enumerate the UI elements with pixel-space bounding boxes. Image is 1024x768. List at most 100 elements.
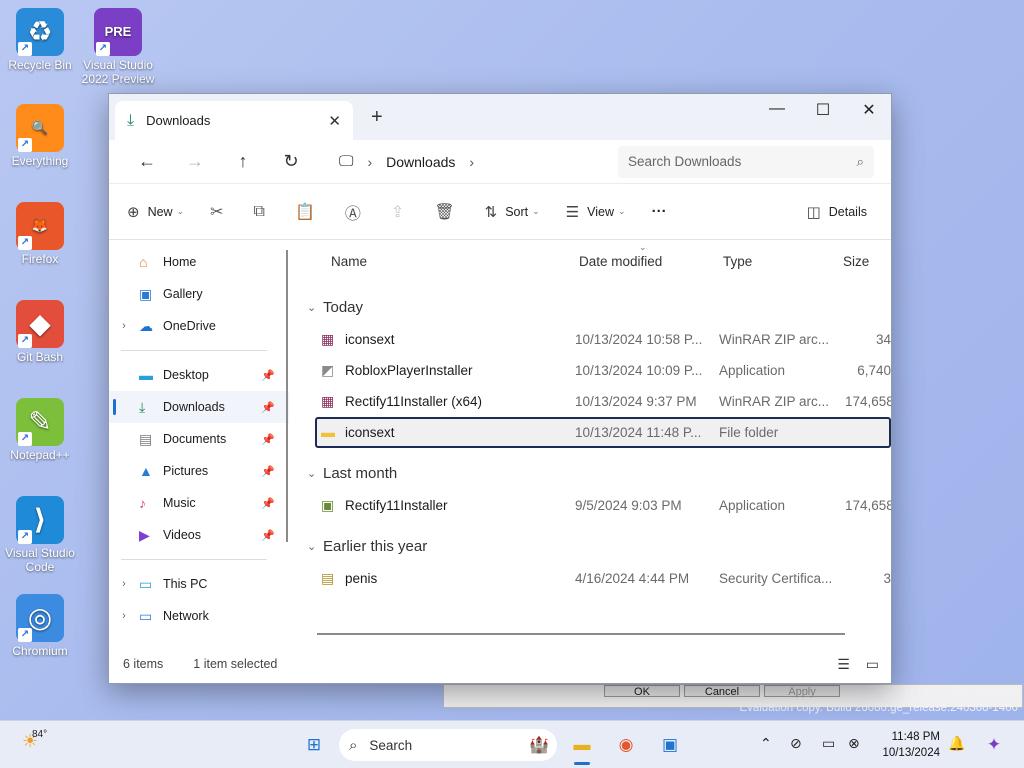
chevron-right-icon[interactable]: › [109, 610, 139, 622]
nav-divider [121, 350, 267, 351]
file-row[interactable]: ▤ penis 4/16/2024 4:44 PM Security Certific… [299, 563, 891, 594]
file-explorer-taskbar-icon[interactable]: ▬ [568, 731, 596, 759]
breadcrumb-downloads[interactable]: Downloads [386, 154, 455, 170]
file-date: 9/5/2024 9:03 PM [575, 498, 682, 513]
chevron-right-icon[interactable]: › [109, 578, 139, 590]
desktop-icon-notepad[interactable]: ✎ ↗ Notepad++ [2, 398, 78, 462]
sidebar-item-network[interactable]: › ▭ Network [109, 600, 289, 632]
tab-downloads[interactable]: ⤓ Downloads ✕ [115, 101, 353, 140]
details-view-icon[interactable]: ☰ [837, 656, 850, 673]
more-options-button[interactable]: ··· [652, 203, 667, 220]
control-panel-taskbar-icon[interactable]: ▣ [656, 731, 684, 759]
file-size: 3 [883, 571, 891, 586]
chevron-right-icon[interactable]: › [367, 154, 372, 170]
minimize-button[interactable]: — [767, 100, 787, 118]
back-button[interactable]: ← [123, 151, 171, 172]
file-row[interactable]: ▬ iconsext 10/13/2024 11:48 P... File folde… [315, 417, 891, 448]
file-row[interactable]: ▦ iconsext 10/13/2024 10:58 P... WinRAR ZIP… [299, 324, 891, 355]
delete-button[interactable]: 🗑 [434, 202, 454, 222]
sort-caret-icon: ⌄ [639, 242, 647, 252]
taskbar-search-label: Search [369, 737, 413, 753]
close-window-button[interactable]: ✕ [859, 100, 879, 120]
desktop-icon-chromium[interactable]: ◎ ↗ Chromium [2, 594, 78, 658]
rename-icon: Ⓐ [344, 205, 361, 223]
sidebar-item-label: Desktop [163, 368, 209, 382]
share-button[interactable]: ⇪ [391, 202, 404, 222]
sidebar-item-gallery[interactable]: ▣ Gallery [109, 278, 289, 310]
item-count: 6 items [123, 657, 164, 671]
nav-scrollbar[interactable] [286, 250, 288, 542]
paste-button[interactable]: 📋 [295, 202, 315, 222]
column-name[interactable]: Name [331, 254, 367, 269]
weather-widget[interactable]: ☀ 84° [22, 729, 47, 752]
paste-icon: 📋 [294, 203, 315, 221]
sort-label: Sort [505, 204, 529, 219]
horizontal-scrollbar[interactable] [317, 633, 845, 635]
column-type[interactable]: Type [723, 254, 752, 269]
firefox-taskbar-icon[interactable]: ◉ [612, 731, 640, 759]
forward-button[interactable]: → [171, 151, 219, 172]
chevron-down-icon[interactable]: ⌄ [299, 467, 323, 480]
rename-button[interactable]: Ⓐ [345, 200, 361, 224]
new-button[interactable]: ⊕ New ⌄ [127, 203, 184, 221]
start-button[interactable]: ⊞ [300, 731, 328, 759]
sidebar-item-home[interactable]: ⌂ Home [109, 246, 289, 278]
group-header[interactable]: ⌄ Earlier this year [299, 529, 891, 563]
search-input[interactable]: Search Downloads ⌕ [618, 145, 874, 178]
sidebar-item-music[interactable]: ♪ Music 📌 [109, 487, 289, 519]
desktop-icon-git-bash[interactable]: ◆ ↗ Git Bash [2, 300, 78, 364]
copilot-icon[interactable]: ✦ [980, 731, 1008, 759]
view-button[interactable]: ☰ View ⌄ [566, 203, 626, 221]
shortcut-arrow-icon: ↗ [18, 530, 32, 544]
desktop-icon-firefox[interactable]: 🦊 ↗ Firefox [2, 202, 78, 266]
ok-button[interactable]: OK [604, 685, 680, 698]
sidebar-item-label: Pictures [163, 464, 209, 478]
notification-bell-icon[interactable]: 🔔 [948, 735, 965, 752]
copy-button[interactable]: ⧉ [254, 203, 265, 221]
address-bar[interactable]: 🖵 › Downloads › [327, 146, 602, 178]
chevron-right-icon[interactable]: › [109, 320, 139, 332]
videos-icon: ▶ [139, 526, 150, 543]
sidebar-item-downloads[interactable]: ⤓ Downloads 📌 [109, 391, 289, 423]
details-label: Details [828, 204, 867, 219]
file-row[interactable]: ◩ RobloxPlayerInstaller 10/13/2024 10:09 P… [299, 355, 891, 386]
group-header[interactable]: ⌄ Last month [299, 456, 891, 490]
group-header[interactable]: ⌄ Today [299, 290, 891, 324]
chevron-down-icon[interactable]: ⌄ [299, 540, 323, 553]
file-row[interactable]: ▣ Rectify11Installer 9/5/2024 9:03 PM Appli… [299, 490, 891, 521]
refresh-button[interactable]: ↻ [267, 151, 315, 172]
sidebar-item-onedrive[interactable]: › ☁ OneDrive [109, 310, 289, 342]
up-button[interactable]: ↑ [219, 151, 267, 172]
cut-button[interactable]: ✂ [210, 202, 223, 222]
tiles-view-icon[interactable]: ▭ [866, 656, 879, 673]
details-button[interactable]: ◫ Details [807, 203, 867, 221]
network-off-icon[interactable]: ⊘ [790, 735, 802, 752]
maximize-button[interactable]: ☐ [813, 100, 833, 120]
sidebar-item-this-pc[interactable]: › ▭ This PC [109, 568, 289, 600]
search-placeholder: Search Downloads [628, 154, 742, 169]
sidebar-item-pictures[interactable]: ▲ Pictures 📌 [109, 455, 289, 487]
desktop-icon-visual-studio-2022-preview[interactable]: PRE ↗ Visual Studio 2022 Preview [80, 8, 156, 86]
taskbar-search[interactable]: ⌕ Search 🏰 [339, 729, 557, 761]
desktop-icon-recycle-bin[interactable]: ♻ ↗ Recycle Bin [2, 8, 78, 72]
display-icon[interactable]: ▭ [822, 735, 835, 752]
sidebar-item-desktop[interactable]: ▬ Desktop 📌 [109, 359, 289, 391]
chevron-right-icon[interactable]: › [469, 154, 474, 170]
sidebar-item-videos[interactable]: ▶ Videos 📌 [109, 519, 289, 551]
volume-muted-icon[interactable]: ⊗ [848, 735, 860, 752]
file-type-icon: ▬ [321, 424, 335, 440]
watermark-line-1: Windows 11 Pro Insider Preview [853, 687, 1018, 699]
sidebar-item-documents[interactable]: ▤ Documents 📌 [109, 423, 289, 455]
file-row[interactable]: ▦ Rectify11Installer (x64) 10/13/2024 9:37… [299, 386, 891, 417]
column-date-modified[interactable]: Date modified [579, 254, 662, 269]
sort-button[interactable]: ⇅ Sort ⌄ [485, 203, 540, 221]
chevron-up-icon[interactable]: ⌃ [760, 735, 772, 752]
desktop-icon-visual-studio-code[interactable]: ⟩ ↗ Visual Studio Code [2, 496, 78, 574]
new-tab-button[interactable]: + [371, 106, 383, 129]
column-size[interactable]: Size [843, 254, 869, 269]
close-tab-icon[interactable]: ✕ [328, 112, 341, 130]
chevron-down-icon[interactable]: ⌄ [299, 301, 323, 314]
file-type: Security Certifica... [719, 571, 833, 586]
desktop-icon-everything[interactable]: 🔍 ↗ Everything [2, 104, 78, 168]
clock[interactable]: 11:48 PM 10/13/2024 [882, 729, 940, 761]
